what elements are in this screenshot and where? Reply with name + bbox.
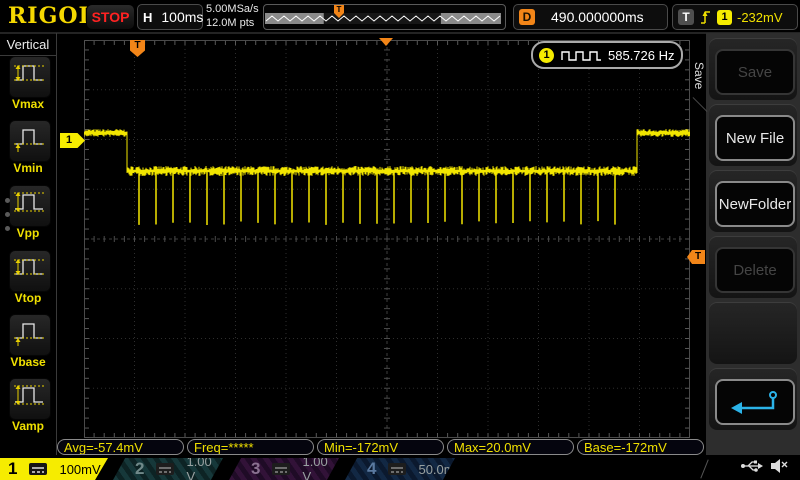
channel-4-scale: 50.0mV [418, 461, 464, 477]
vmax-icon [14, 65, 44, 81]
h-label: H [143, 9, 153, 25]
new-file-button[interactable]: New File [715, 115, 795, 161]
new-folder-button[interactable]: NewFolder [715, 181, 795, 227]
return-arrow-icon [731, 391, 777, 414]
t-label: T [678, 9, 694, 25]
trigger-source-badge: 1 [717, 9, 732, 25]
measure-min: Min=-172mV [317, 439, 444, 455]
trigger-box[interactable]: T 1 -232mV [672, 4, 798, 30]
menu-slot: NewFolder [709, 170, 797, 232]
square-wave-icon [561, 50, 601, 61]
vmax-label: Vmax [11, 97, 45, 111]
soft-menu-panel: Save New File NewFolder Delete [706, 33, 800, 455]
vmin-label: Vmin [13, 161, 43, 175]
delete-button[interactable]: Delete [715, 247, 795, 293]
dc-coupling-icon [388, 463, 407, 475]
channel-4-tab[interactable]: 4 50.0mV [345, 458, 455, 480]
menu-tab-save: Save [692, 62, 706, 90]
menu-page-dot [5, 212, 10, 217]
vtop-label: Vtop [14, 291, 42, 305]
vpp-button[interactable] [9, 185, 51, 227]
speaker-muted-icon [771, 459, 788, 473]
vpp-icon [14, 192, 44, 212]
vbase-icon [14, 323, 44, 346]
acquisition-info: 5.00MSa/s 12.0M pts [206, 2, 262, 30]
status-icons [740, 455, 796, 477]
timebase-value: 100ms [161, 9, 204, 25]
channel-2-scale: 1.00 V [186, 454, 212, 480]
vamp-label: Vamp [11, 419, 44, 433]
menu-slot-empty [709, 302, 797, 364]
run-state-badge[interactable]: STOP [86, 4, 135, 30]
measure-freq: Freq=***** [187, 439, 314, 455]
sample-rate: 5.00MSa/s [206, 3, 259, 15]
delay-box[interactable]: D 490.000000ms [513, 4, 668, 30]
channel-1-scale: 100mV [59, 461, 101, 477]
channel-2-tab[interactable]: 2 1.00 V [113, 458, 223, 480]
ch1-waveform-trace [84, 129, 690, 225]
dc-coupling-icon [29, 463, 48, 475]
horizontal-timebase-box[interactable]: H 100ms [137, 4, 203, 30]
waveform-display [84, 40, 690, 438]
menu-slot: Delete [709, 236, 797, 298]
vmin-icon [14, 129, 44, 152]
channel-status-bar: 1 100mV 2 1.00 V 3 1.00 V 4 50.0mV [0, 458, 800, 480]
bar-divider [700, 459, 709, 479]
counter-value: 585.726 Hz [608, 47, 675, 63]
vtop-button[interactable] [9, 250, 51, 292]
menu-page-dot [5, 198, 10, 203]
trigger-level-value: -232mV [737, 9, 783, 25]
counter-source-badge: 1 [539, 47, 554, 63]
memory-depth: 12.0M pts [206, 17, 255, 29]
rigol-logo: RIGOL [8, 3, 95, 29]
horizontal-position-preview[interactable]: T [263, 4, 506, 30]
vmax-button[interactable] [9, 56, 51, 98]
top-bar: RIGOL STOP H 100ms 5.00MSa/s 12.0M pts T… [0, 0, 800, 34]
dc-coupling-icon [272, 463, 291, 475]
frequency-counter: 1 585.726 Hz [531, 41, 683, 69]
measure-base: Base=-172mV [577, 439, 704, 455]
channel-1-number: 1 [8, 459, 18, 478]
rising-edge-icon [701, 10, 710, 24]
vtop-icon [14, 259, 44, 275]
channel-3-tab[interactable]: 3 1.00 V [229, 458, 339, 480]
d-label: D [519, 9, 535, 25]
save-button[interactable]: Save [715, 49, 795, 95]
back-button[interactable] [715, 379, 795, 425]
menu-page-dot [5, 226, 10, 231]
menu-title: Vertical [0, 33, 56, 56]
menu-slot: Save [709, 38, 797, 100]
channel-4-number: 4 [367, 459, 377, 478]
ch1-zero-level-marker[interactable]: 1 [60, 133, 85, 148]
record-preview-waveform [265, 13, 501, 24]
measurement-bar: Avg=-57.4mV Freq=***** Min=-172mV Max=20… [57, 439, 707, 457]
vmin-button[interactable] [9, 120, 51, 162]
usb-icon [741, 460, 763, 472]
dc-coupling-icon [156, 463, 175, 475]
vbase-label: Vbase [10, 355, 46, 369]
menu-slot: New File [709, 104, 797, 166]
vamp-icon [14, 385, 44, 405]
channel-3-scale: 1.00 V [302, 454, 328, 480]
menu-slot [709, 368, 797, 430]
channel-1-tab[interactable]: 1 100mV [0, 458, 108, 480]
trigger-position-triangle[interactable] [379, 38, 393, 46]
vamp-button[interactable] [9, 378, 51, 420]
oscilloscope-screen: RIGOL STOP H 100ms 5.00MSa/s 12.0M pts T… [0, 0, 800, 480]
vbase-button[interactable] [9, 314, 51, 356]
channel-2-number: 2 [135, 459, 145, 478]
channel-3-number: 3 [251, 459, 261, 478]
measure-max: Max=20.0mV [447, 439, 574, 455]
measure-avg: Avg=-57.4mV [57, 439, 184, 455]
delay-value: 490.000000ms [551, 9, 644, 25]
